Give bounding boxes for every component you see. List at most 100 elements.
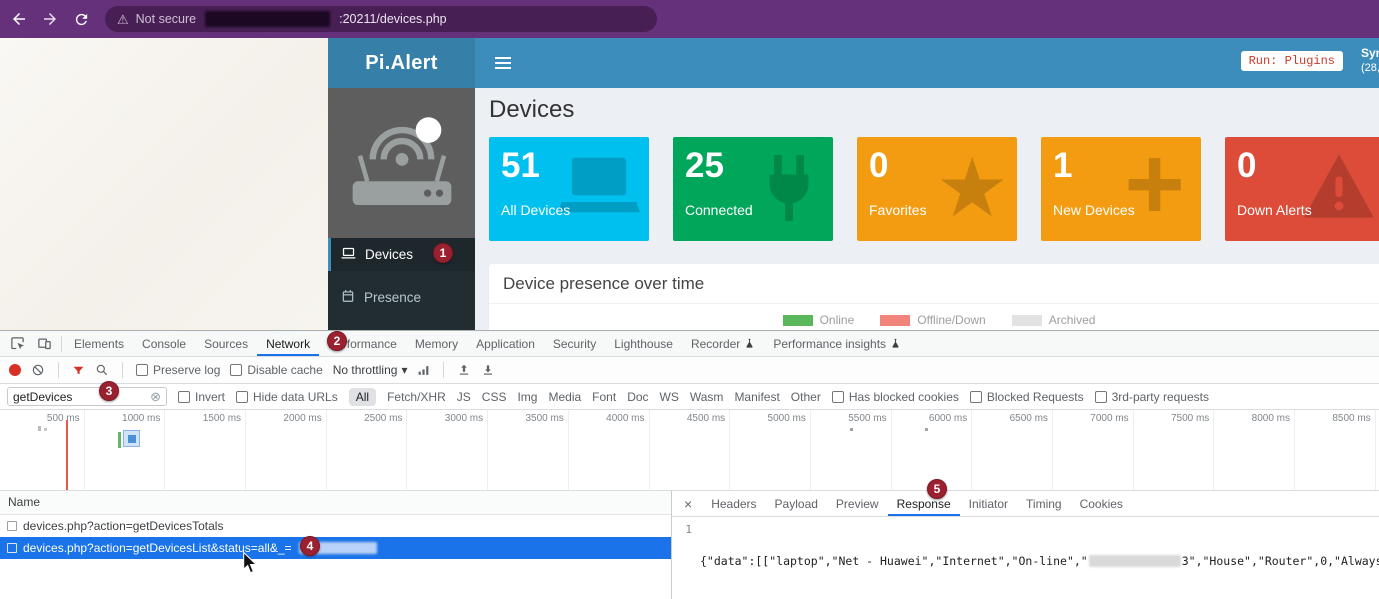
request-type-checkbox [7,543,17,553]
webpage-viewport: Pi.Alert Devices [0,38,1379,330]
request-list-pane: Name devices.php?action=getDevicesTotals… [0,491,672,599]
refresh-icon[interactable] [72,10,90,28]
card-connected[interactable]: 25 Connected [673,137,833,241]
request-name: devices.php?action=getDevicesTotals [23,519,223,533]
blocked-requests-checkbox[interactable]: Blocked Requests [970,390,1084,404]
tab-sources[interactable]: Sources [195,331,257,356]
page-title: Devices [489,96,1379,124]
tab-network[interactable]: Network [257,331,319,356]
legend-offline-down[interactable]: Offline/Down [880,313,985,327]
tab-elements[interactable]: Elements [65,331,133,356]
legend-archived[interactable]: Archived [1012,313,1096,327]
device-toolbar-icon[interactable] [31,331,58,356]
tab-application[interactable]: Application [467,331,544,356]
network-filter-input[interactable]: getDevices ⊗ [7,387,167,406]
tab-security[interactable]: Security [544,331,605,356]
plug-icon [753,151,825,230]
checkbox-label: 3rd-party requests [1112,390,1209,404]
network-filter-bar: getDevices ⊗ Invert Hide data URLs All F… [0,384,1379,410]
filter-type-other[interactable]: Other [791,390,821,404]
legend-online[interactable]: Online [783,313,855,327]
back-icon[interactable] [10,10,28,28]
flask-icon [744,338,755,349]
preserve-log-checkbox[interactable]: Preserve log [136,363,220,377]
filter-type-img[interactable]: Img [517,390,537,404]
tab-payload[interactable]: Payload [766,491,827,516]
tab-recorder[interactable]: Recorder [682,331,764,356]
sidebar-item-presence[interactable]: Presence [328,281,475,314]
throttling-dropdown[interactable]: No throttling ▾ [333,363,408,377]
third-party-requests-checkbox[interactable]: 3rd-party requests [1095,390,1209,404]
card-new-devices[interactable]: 1 + New Devices [1041,137,1201,241]
tab-console[interactable]: Console [133,331,195,356]
hide-data-urls-checkbox[interactable]: Hide data URLs [236,390,338,404]
filter-type-font[interactable]: Font [592,390,616,404]
search-icon[interactable] [95,363,109,377]
filter-type-ws[interactable]: WS [660,390,679,404]
network-toolbar: Preserve log Disable cache No throttling… [0,357,1379,384]
url-redaction [205,11,330,27]
request-row-selected[interactable]: devices.php?action=getDevicesList&status… [0,537,671,559]
filter-type-media[interactable]: Media [548,390,581,404]
filter-type-all[interactable]: All [349,388,376,406]
tab-lighthouse[interactable]: Lighthouse [605,331,682,356]
details-tabbar: × Headers Payload Preview Response Initi… [672,491,1379,517]
hamburger-icon[interactable] [495,62,511,64]
filter-type-wasm[interactable]: Wasm [690,390,724,404]
filter-type-fetch-xhr[interactable]: Fetch/XHR [387,390,446,404]
not-secure-warning-icon: ⚠ [117,13,129,26]
checkbox-label: Hide data URLs [253,390,338,404]
timeline-activity-mark [850,428,853,431]
card-down-alerts[interactable]: 0 Down Alerts [1225,137,1379,241]
tab-headers[interactable]: Headers [702,491,765,516]
user-info-line1: Sym [1361,46,1379,61]
filter-type-css[interactable]: CSS [482,390,507,404]
inspect-element-icon[interactable] [4,331,31,356]
tab-memory[interactable]: Memory [406,331,467,356]
filter-value: getDevices [13,390,72,404]
brand-logo[interactable]: Pi.Alert [328,38,475,88]
app-topbar: Run: Plugins Sym (28, [475,38,1379,88]
card-all-devices[interactable]: 51 All Devices [489,137,649,241]
clear-button[interactable] [31,363,45,377]
checkbox [832,391,844,403]
import-har-icon[interactable] [457,363,471,377]
network-conditions-icon[interactable] [417,364,430,377]
sidebar-item-label: Presence [364,290,421,305]
tab-cookies[interactable]: Cookies [1071,491,1132,516]
annotation-badge-2: 2 [327,331,347,351]
card-favorites[interactable]: 0 ★ Favorites [857,137,1017,241]
app-main: Run: Plugins Sym (28, Devices 51 All Dev… [475,38,1379,330]
disable-cache-checkbox[interactable]: Disable cache [230,363,322,377]
response-json-prefix: {"data":[["laptop","Net - Huawei","Inter… [700,554,1088,568]
timeline-label: 500 ms [4,410,85,490]
user-info: Sym (28, [1361,46,1379,76]
filter-toggle-icon[interactable] [72,364,85,377]
timeline-label: 4500 ms [650,410,731,490]
tab-response[interactable]: Response [888,491,960,516]
record-button[interactable] [9,364,21,376]
run-plugins-button[interactable]: Run: Plugins [1241,51,1343,71]
tab-preview[interactable]: Preview [827,491,888,516]
card-label: Connected [685,202,821,218]
request-name-header[interactable]: Name [0,491,671,515]
timeline-label: 3500 ms [488,410,569,490]
close-icon[interactable]: × [674,491,702,516]
tab-initiator[interactable]: Initiator [960,491,1017,516]
address-bar[interactable]: ⚠ Not secure :20211/devices.php [105,6,657,32]
network-overview-timeline[interactable]: 500 ms 1000 ms 1500 ms 2000 ms 2500 ms 3… [0,410,1379,491]
filter-type-manifest[interactable]: Manifest [734,390,779,404]
forward-icon[interactable] [41,10,59,28]
clear-filter-icon[interactable]: ⊗ [150,390,161,403]
request-row[interactable]: devices.php?action=getDevicesTotals [0,515,671,537]
filter-type-js[interactable]: JS [457,390,471,404]
response-body[interactable]: 1 {"data":[["laptop","Net - Huawei","Int… [672,517,1379,599]
has-blocked-cookies-checkbox[interactable]: Has blocked cookies [832,390,959,404]
filter-type-doc[interactable]: Doc [627,390,648,404]
tab-performance-insights[interactable]: Performance insights [764,331,910,356]
export-har-icon[interactable] [481,363,495,377]
invert-checkbox[interactable]: Invert [178,390,225,404]
sidebar-item-devices[interactable]: Devices [328,238,475,271]
tab-timing[interactable]: Timing [1017,491,1071,516]
flask-icon [890,338,901,349]
